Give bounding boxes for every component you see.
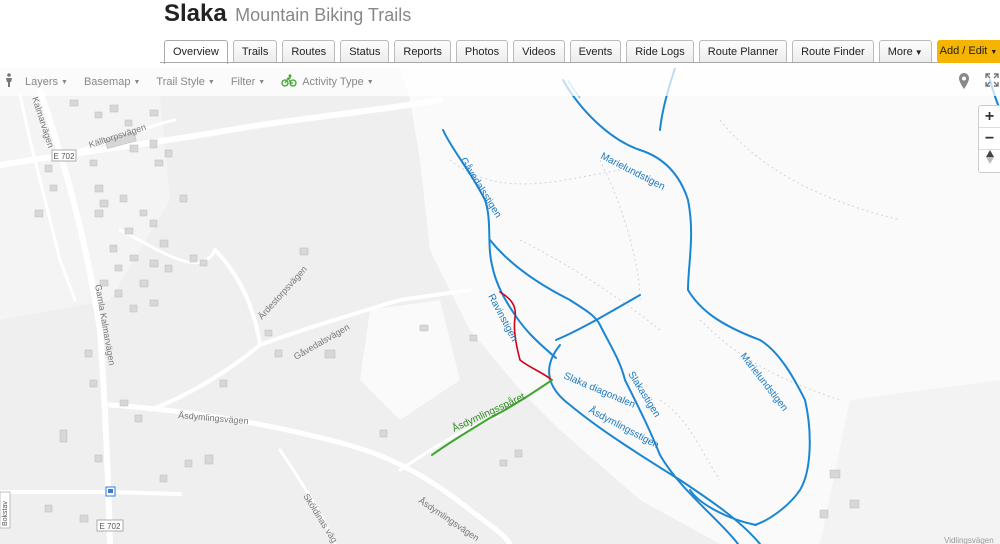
figure-icon[interactable] bbox=[4, 72, 14, 92]
compass-icon[interactable] bbox=[979, 150, 1000, 172]
add-edit-button[interactable]: Add / Edit ▼ bbox=[937, 40, 1000, 63]
basemap-menu[interactable]: Basemap ▼ bbox=[84, 76, 140, 88]
page: Slaka Mountain Biking Trails Overview Tr… bbox=[0, 0, 1000, 544]
label-asdymlingsvagen: Åsdymlingsvägen bbox=[178, 410, 249, 426]
label-e702-bottom: E 702 bbox=[100, 522, 121, 531]
tab-videos[interactable]: Videos bbox=[513, 40, 565, 63]
label-edge: Bokstav bbox=[2, 501, 9, 526]
title-sub: Mountain Biking Trails bbox=[235, 5, 412, 25]
header: Slaka Mountain Biking Trails Overview Tr… bbox=[0, 0, 1000, 68]
trail-style-label: Trail Style bbox=[156, 76, 205, 88]
tab-reports[interactable]: Reports bbox=[394, 40, 451, 63]
chevron-down-icon: ▼ bbox=[366, 78, 374, 86]
filter-label: Filter bbox=[230, 76, 256, 88]
label-skoldinas-vag: Sköldinas väg bbox=[301, 492, 339, 544]
tab-overview[interactable]: Overview bbox=[164, 40, 228, 64]
chevron-down-icon: ▼ bbox=[133, 78, 141, 86]
zoom-out-button[interactable]: − bbox=[979, 128, 1000, 150]
page-title: Slaka Mountain Biking Trails bbox=[164, 0, 411, 28]
tab-trails[interactable]: Trails bbox=[232, 40, 278, 63]
map[interactable]: Gåvedalsstigen Marielundstigen Marielund… bbox=[0, 68, 1000, 544]
tab-route-planner[interactable]: Route Planner bbox=[698, 40, 788, 63]
tab-underline bbox=[160, 62, 1000, 63]
tab-bar: Overview Trails Routes Status Reports Ph… bbox=[164, 40, 932, 64]
tab-more-label: More bbox=[887, 46, 913, 58]
chevron-down-icon: ▼ bbox=[914, 48, 923, 57]
label-ardestorpsvagen: Ärdestorpsvägen bbox=[256, 264, 309, 321]
zoom-control: + − bbox=[978, 105, 1000, 173]
tab-events[interactable]: Events bbox=[569, 40, 622, 63]
clearing bbox=[360, 300, 460, 420]
map-attribution: Vidlingsvägen bbox=[944, 536, 994, 544]
layers-menu[interactable]: Layers ▼ bbox=[25, 76, 68, 88]
location-pin-icon[interactable] bbox=[958, 73, 970, 94]
chevron-down-icon: ▼ bbox=[207, 78, 215, 86]
tab-ride-logs[interactable]: Ride Logs bbox=[626, 40, 694, 63]
label-asdymlingsvagen-lower: Åsdymlingsvägen bbox=[417, 495, 481, 543]
tab-route-finder[interactable]: Route Finder bbox=[792, 40, 874, 63]
fullscreen-icon[interactable] bbox=[985, 73, 999, 92]
label-e702-top: E 702 bbox=[54, 152, 75, 161]
basemap-label: Basemap bbox=[83, 76, 131, 88]
title-main: Slaka bbox=[164, 0, 227, 27]
layers-label: Layers bbox=[25, 76, 59, 88]
road-shield-e702-bottom: E 702 bbox=[96, 519, 124, 532]
chevron-down-icon: ▼ bbox=[990, 49, 998, 56]
tab-status[interactable]: Status bbox=[340, 40, 390, 63]
cyclist-icon bbox=[281, 74, 297, 90]
map-toolbar: Layers ▼ Basemap ▼ Trail Style ▼ Filter ▼ Ac… bbox=[0, 68, 1000, 96]
activity-type-label: Activity Type bbox=[302, 76, 364, 88]
label-asdymlingssparet: Åsdymlingsspåret bbox=[450, 389, 527, 434]
chevron-down-icon: ▼ bbox=[61, 78, 68, 86]
tab-routes[interactable]: Routes bbox=[282, 40, 336, 63]
activity-type-menu[interactable]: Activity Type ▼ bbox=[281, 74, 374, 90]
filter-menu[interactable]: Filter ▼ bbox=[231, 76, 265, 88]
add-edit-label: Add / Edit bbox=[939, 45, 988, 57]
zoom-in-button[interactable]: + bbox=[979, 106, 1000, 128]
tab-more[interactable]: More ▼ bbox=[878, 40, 932, 63]
trail-style-menu[interactable]: Trail Style ▼ bbox=[156, 76, 214, 88]
label-gavedalsvagen: Gåvedalsvägen bbox=[292, 322, 351, 362]
map-canvas[interactable]: Gåvedalsstigen Marielundstigen Marielund… bbox=[0, 68, 1000, 544]
road-shield-e702-top: E 702 bbox=[51, 149, 77, 162]
edge-label-box: Bokstav bbox=[0, 491, 11, 529]
tab-photos[interactable]: Photos bbox=[455, 40, 509, 63]
bus-stop-icon bbox=[105, 486, 116, 497]
chevron-down-icon: ▼ bbox=[258, 78, 266, 86]
